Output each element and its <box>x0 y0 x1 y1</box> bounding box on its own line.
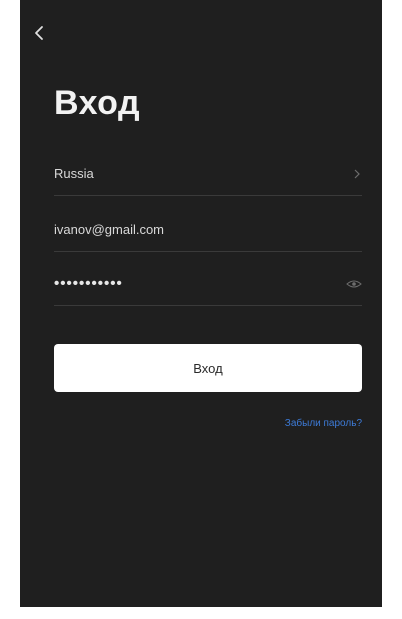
password-value: ••••••••••• <box>54 275 123 292</box>
login-screen: Вход Russia ivanov@gmail.com •••••••••••… <box>20 0 382 607</box>
forgot-password-link[interactable]: Забыли пароль? <box>285 418 362 429</box>
email-value: ivanov@gmail.com <box>54 222 165 237</box>
page-title: Вход <box>54 84 141 122</box>
country-select[interactable]: Russia <box>54 152 362 196</box>
email-field[interactable]: ivanov@gmail.com <box>54 208 362 252</box>
chevron-left-icon <box>34 25 44 41</box>
eye-icon[interactable] <box>346 278 362 290</box>
login-button[interactable]: Вход <box>54 344 362 392</box>
chevron-right-icon <box>352 168 362 180</box>
back-button[interactable] <box>28 22 50 44</box>
password-field[interactable]: ••••••••••• <box>54 262 362 306</box>
country-value: Russia <box>54 166 94 181</box>
